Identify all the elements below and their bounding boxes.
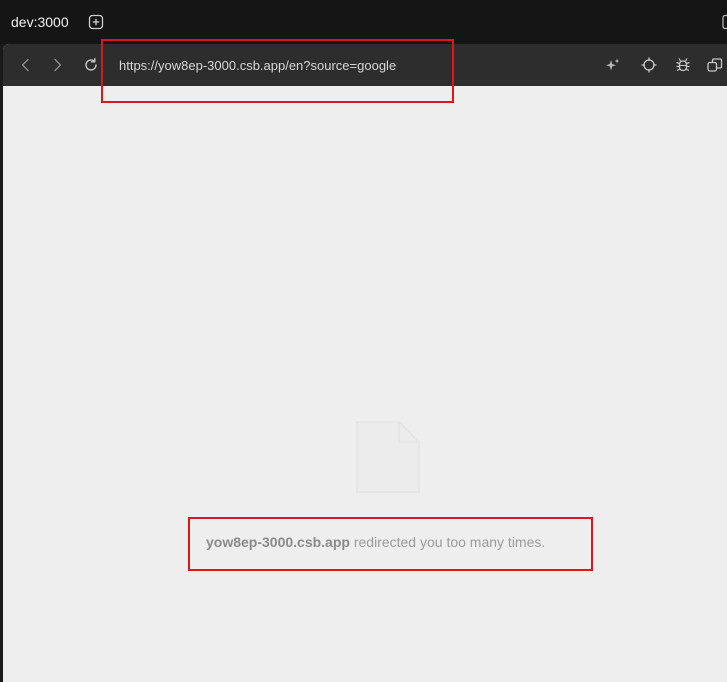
bug-icon[interactable] bbox=[674, 56, 692, 74]
address-bar-url[interactable]: https://yow8ep-3000.csb.app/en?source=go… bbox=[119, 57, 396, 74]
layout-icon[interactable] bbox=[722, 14, 727, 30]
crosshair-icon[interactable] bbox=[640, 56, 658, 74]
tab-bar: dev:3000 bbox=[0, 0, 727, 44]
page-content: yow8ep-3000.csb.app redirected you too m… bbox=[3, 86, 727, 682]
tab-title[interactable]: dev:3000 bbox=[11, 13, 69, 31]
sparkle-icon[interactable] bbox=[604, 56, 622, 74]
reload-icon[interactable] bbox=[82, 56, 100, 74]
copy-windows-icon[interactable] bbox=[706, 56, 724, 74]
new-tab-plus-icon[interactable] bbox=[88, 14, 104, 30]
error-message: yow8ep-3000.csb.app redirected you too m… bbox=[206, 533, 545, 551]
browser-window: https://yow8ep-3000.csb.app/en?source=go… bbox=[3, 44, 727, 682]
chevron-left-icon[interactable] bbox=[17, 56, 35, 74]
browser-toolbar: https://yow8ep-3000.csb.app/en?source=go… bbox=[3, 44, 727, 86]
chevron-right-icon[interactable] bbox=[48, 56, 66, 74]
document-icon bbox=[356, 421, 420, 493]
error-text: redirected you too many times. bbox=[349, 534, 546, 550]
error-host: yow8ep-3000.csb.app bbox=[206, 534, 350, 550]
